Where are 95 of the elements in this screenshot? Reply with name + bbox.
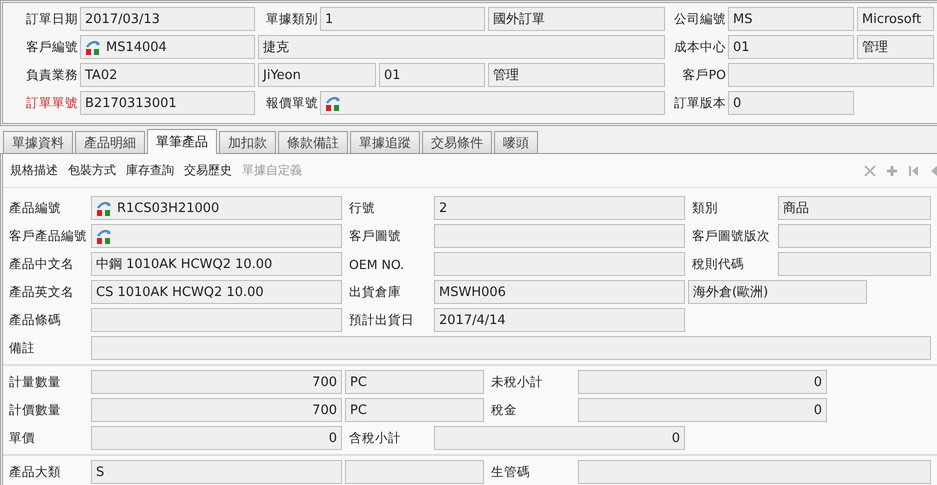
input-field[interactable]: B2170313001: [80, 91, 255, 115]
input-field[interactable]: MS: [728, 7, 854, 31]
field-label: 單價: [8, 430, 36, 446]
input-field[interactable]: 2017/4/14: [434, 308, 685, 332]
tab[interactable]: 交易條件: [422, 131, 492, 153]
field-label: 計價數量: [8, 402, 62, 418]
input-field[interactable]: 0: [578, 370, 827, 394]
field-label: 單據類別: [265, 10, 319, 28]
tab[interactable]: 單筆產品: [147, 129, 217, 154]
field-label: 訂單日期: [25, 10, 79, 28]
toolbar-link[interactable]: 庫存查詢: [126, 162, 174, 179]
input-field[interactable]: R1CS03H21000: [91, 196, 342, 220]
field-label: 產品中文名: [8, 256, 75, 272]
input-field[interactable]: 700: [91, 370, 342, 394]
input-field[interactable]: 海外倉(歐洲): [688, 280, 867, 304]
tab[interactable]: 條款備註: [278, 131, 348, 153]
input-field[interactable]: 國外訂單: [488, 7, 665, 31]
input-field[interactable]: 0: [434, 426, 685, 450]
input-field[interactable]: 2017/03/13: [80, 7, 255, 31]
input-field[interactable]: 管理: [857, 35, 934, 59]
field-label: 產品條碼: [8, 312, 62, 328]
field-label: 預計出貨日: [348, 312, 415, 328]
input-field[interactable]: PC: [345, 370, 484, 394]
input-field[interactable]: 0: [728, 91, 854, 115]
field-label: 公司編號: [673, 10, 727, 28]
input-field[interactable]: 0: [578, 398, 827, 422]
field-label: 產品英文名: [8, 284, 75, 300]
field-label: 生管碼: [490, 464, 531, 480]
input-field[interactable]: [91, 336, 931, 360]
input-field[interactable]: 商品: [778, 196, 931, 220]
tab[interactable]: 單據追蹤: [350, 131, 420, 153]
input-field[interactable]: MSWH006: [434, 280, 685, 304]
lookup-icon[interactable]: [96, 228, 112, 244]
field-label: 類別: [691, 200, 719, 216]
input-field[interactable]: CS 1010AK HCWQ2 10.00: [91, 280, 342, 304]
tab[interactable]: 嘜頭: [494, 131, 538, 153]
field-label: 計量數量: [8, 374, 62, 390]
input-field[interactable]: [728, 63, 934, 87]
input-field[interactable]: TA02: [80, 63, 255, 87]
input-field[interactable]: 01: [379, 63, 485, 87]
field-label: 備註: [8, 340, 36, 356]
input-field[interactable]: Microsoft: [857, 7, 934, 31]
input-field[interactable]: [345, 460, 484, 484]
field-label: 客戶編號: [25, 38, 79, 56]
tab[interactable]: 產品明細: [75, 131, 145, 153]
input-field[interactable]: 2: [434, 196, 685, 220]
previous-icon[interactable]: [929, 164, 937, 178]
toolbar-link[interactable]: 包裝方式: [68, 162, 116, 179]
toolbar-link[interactable]: 規格描述: [10, 162, 58, 179]
input-field[interactable]: 01: [728, 35, 854, 59]
input-field[interactable]: 中鋼 1010AK HCWQ2 10.00: [91, 252, 342, 276]
field-label: 負責業務: [25, 66, 79, 84]
input-field[interactable]: PC: [345, 398, 484, 422]
field-label: 產品大類: [8, 464, 62, 480]
field-label: 客戶產品編號: [8, 228, 88, 244]
input-field[interactable]: JiYeon: [258, 63, 376, 87]
field-label: 客戶PO: [682, 66, 727, 84]
field-label: 成本中心: [673, 38, 727, 56]
input-field[interactable]: [434, 224, 685, 248]
field-label: 行號: [348, 200, 376, 216]
lookup-icon[interactable]: [96, 200, 112, 216]
toolbar-link[interactable]: 交易歷史: [184, 162, 232, 179]
field-label: 客戶圖號版次: [691, 228, 771, 244]
input-field[interactable]: 1: [320, 7, 485, 31]
field-label: 訂單版本: [673, 94, 727, 112]
field-label: 出貨倉庫: [348, 284, 402, 300]
field-label: 報價單號: [265, 94, 319, 112]
field-label: 含稅小計: [348, 430, 402, 446]
input-field[interactable]: 捷克: [258, 35, 665, 59]
input-field[interactable]: [434, 252, 685, 276]
input-field[interactable]: S: [91, 460, 342, 484]
lookup-icon[interactable]: [85, 39, 101, 55]
input-field[interactable]: 0: [91, 426, 342, 450]
input-field[interactable]: [778, 224, 931, 248]
input-field[interactable]: [91, 224, 342, 248]
field-label: 客戶圖號: [348, 228, 402, 244]
tab[interactable]: 加扣款: [219, 131, 276, 153]
field-label: 稅則代碼: [691, 256, 745, 272]
input-field[interactable]: [578, 460, 931, 484]
lookup-icon[interactable]: [325, 95, 341, 111]
plus-icon[interactable]: [885, 164, 899, 178]
field-label: 訂單單號: [25, 94, 79, 112]
input-field[interactable]: [320, 91, 665, 115]
field-label: OEM NO.: [348, 256, 406, 272]
field-label: 稅金: [490, 402, 518, 418]
input-field[interactable]: MS14004: [80, 35, 255, 59]
field-label: 產品編號: [8, 200, 62, 216]
input-field[interactable]: [778, 252, 931, 276]
tab[interactable]: 單據資料: [3, 131, 73, 153]
close-icon[interactable]: [863, 164, 877, 178]
first-record-icon[interactable]: [907, 164, 921, 178]
field-label: 未稅小計: [490, 374, 544, 390]
input-field[interactable]: 700: [91, 398, 342, 422]
input-field[interactable]: [91, 308, 342, 332]
input-field[interactable]: 管理: [488, 63, 665, 87]
